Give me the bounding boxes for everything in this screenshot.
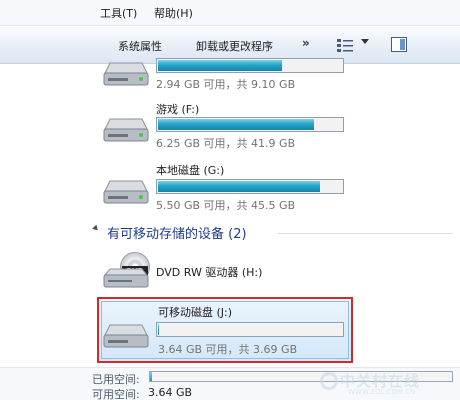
collapse-arrow-icon[interactable]: [92, 224, 100, 233]
watermark-logo-icon: [320, 372, 338, 390]
removable-drive-content: 可移动磁盘 (J:) 3.64 GB 可用，共 3.69 GB: [0, 300, 460, 362]
hard-drive-icon: [103, 118, 149, 142]
drive-space-info: 3.64 GB 可用，共 3.69 GB: [158, 343, 298, 356]
group-title: 有可移动存储的设备 (2): [107, 227, 247, 242]
watermark-logo: 中关村在线 WWW.ZOL.COM.CN: [318, 368, 458, 398]
optical-drive-icon: [103, 268, 149, 288]
usage-bar-fill: [158, 324, 159, 335]
preview-pane-icon[interactable]: [391, 37, 407, 52]
menu-help[interactable]: 帮助(H): [154, 5, 193, 21]
details-usage-fill: [150, 372, 153, 381]
drive-space-info: 2.94 GB 可用，共 9.10 GB: [156, 78, 296, 91]
usage-bar-fill: [158, 119, 315, 130]
hard-drive-icon: [103, 62, 149, 86]
menu-tools[interactable]: 工具(T): [100, 5, 137, 21]
change-view-icon[interactable]: [337, 38, 353, 52]
free-space-label: 可用空间:: [92, 388, 140, 400]
drive-row[interactable]: 2.94 GB 可用，共 9.10 GB: [0, 58, 460, 98]
drive-name: DVD RW 驱动器 (H:): [156, 266, 263, 279]
hard-drive-icon: [103, 180, 149, 204]
dvd-drive-row[interactable]: DVD DVD RW 驱动器 (H:): [0, 252, 460, 292]
drive-name: 可移动磁盘 (J:): [158, 306, 233, 319]
watermark-subtext: WWW.ZOL.COM.CN: [348, 388, 416, 396]
group-divider: [278, 233, 453, 234]
drive-space-info: 6.25 GB 可用，共 41.9 GB: [156, 137, 296, 150]
more-commands-button[interactable]: »: [302, 36, 310, 50]
usage-bar: [156, 179, 344, 194]
usage-bar-fill: [158, 181, 320, 192]
system-properties-button[interactable]: 系统属性: [118, 38, 162, 54]
drive-space-info: 5.50 GB 可用，共 45.5 GB: [156, 199, 296, 212]
menu-bar: 工具(T) 帮助(H): [0, 0, 460, 26]
drive-row-f[interactable]: 游戏 (F:) 6.25 GB 可用，共 41.9 GB: [0, 100, 460, 150]
usage-bar: [156, 58, 344, 73]
used-space-label: 已用空间:: [92, 373, 140, 386]
removable-devices-group-header[interactable]: 有可移动存储的设备 (2): [0, 222, 460, 242]
uninstall-program-button[interactable]: 卸载或更改程序: [196, 38, 273, 54]
drive-row-g[interactable]: 本地磁盘 (G:) 5.50 GB 可用，共 45.5 GB: [0, 160, 460, 212]
free-space-value: 3.64 GB: [148, 386, 193, 399]
drive-name: 本地磁盘 (G:): [156, 164, 225, 177]
drive-name: 游戏 (F:): [156, 103, 200, 116]
usage-bar: [156, 322, 344, 337]
removable-disk-icon: [103, 324, 149, 348]
view-dropdown-arrow-icon[interactable]: [361, 39, 369, 44]
usage-bar-fill: [158, 60, 283, 71]
usage-bar: [156, 117, 344, 132]
